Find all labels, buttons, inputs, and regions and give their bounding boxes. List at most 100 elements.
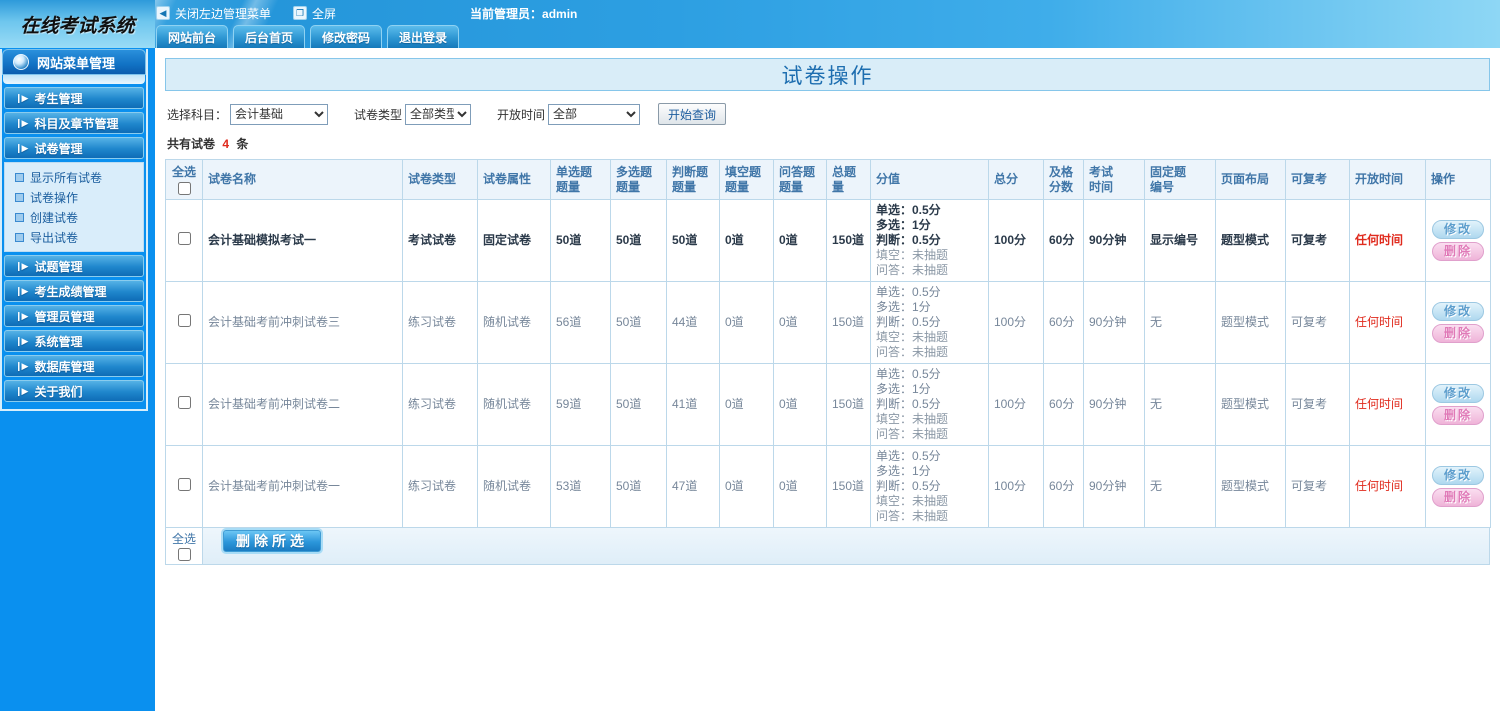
- menu-arrow-icon: ❙▶: [15, 310, 29, 321]
- col-header-label: 填空题 题量: [725, 164, 762, 194]
- table-row-0: 会计基础模拟考试一 考试试卷 固定试卷 50道 50道 50道 0道 0道 150道 单选：0.5…: [165, 199, 1491, 282]
- col-header-label: 考试 时间: [1089, 164, 1114, 194]
- delete-button[interactable]: 删除: [1432, 242, 1484, 261]
- sidebar-item-label: 科目及章节管理: [34, 116, 119, 131]
- multi-count: 50道: [610, 445, 667, 528]
- sidebar-header-label: 网站菜单管理: [37, 55, 116, 71]
- submenu-item-label: 试卷操作: [30, 190, 79, 205]
- score-main-lines: 单选：0.5分 多选：1分 判断：0.5分: [876, 203, 941, 247]
- summary-suffix: 条: [236, 137, 249, 151]
- sidebar-header: 网站菜单管理: [2, 49, 146, 75]
- paper-attribute: 随机试卷: [477, 445, 551, 528]
- sidebar-item-8[interactable]: ❙▶ 关于我们: [4, 380, 144, 402]
- tab-3[interactable]: 退出登录: [387, 25, 460, 48]
- square-bullet-icon: [15, 232, 24, 242]
- sidebar-item-1[interactable]: ❙▶ 科目及章节管理: [4, 112, 144, 134]
- sidebar-item-2[interactable]: ❙▶ 试卷管理: [4, 137, 144, 159]
- single-count: 50道: [550, 199, 611, 282]
- fixed-number: 无: [1144, 363, 1216, 446]
- edit-button[interactable]: 修改: [1432, 384, 1484, 403]
- paper-table-body: 会计基础模拟考试一 考试试卷 固定试卷 50道 50道 50道 0道 0道 150道 单选：0.5…: [165, 199, 1491, 528]
- sidebar-item-5[interactable]: ❙▶ 管理员管理: [4, 305, 144, 327]
- qa-count: 0道: [773, 281, 827, 364]
- sidebar-divider: [3, 75, 145, 84]
- tab-1[interactable]: 后台首页: [233, 25, 306, 48]
- result-summary: 共有试卷 4 条: [167, 135, 1490, 152]
- select-all-label: 全选: [171, 532, 196, 546]
- col-header-label: 总题量: [832, 164, 857, 194]
- col-header-label: 页面布局: [1221, 172, 1270, 186]
- score-detail: 单选：0.5分 多选：1分 判断：0.5分 填空：未抽题 问答：未抽题: [870, 281, 989, 364]
- sidebar-item-6[interactable]: ❙▶ 系统管理: [4, 330, 144, 352]
- subject-select[interactable]: 会计基础: [230, 103, 329, 125]
- total-score: 100分: [988, 199, 1044, 282]
- edit-button[interactable]: 修改: [1432, 220, 1484, 239]
- submenu-item-0[interactable]: 显示所有试卷: [5, 167, 143, 187]
- col-header-3: 试卷属性: [477, 159, 551, 200]
- paper-type-select[interactable]: 全部类型: [405, 103, 472, 125]
- summary-prefix: 共有试卷: [167, 137, 216, 151]
- submenu-item-2[interactable]: 创建试卷: [5, 207, 143, 227]
- select-all-checkbox[interactable]: [177, 548, 191, 561]
- delete-selected-button[interactable]: 删除所选: [223, 530, 321, 552]
- tab-2[interactable]: 修改密码: [310, 25, 383, 48]
- pass-score: 60分: [1043, 199, 1084, 282]
- multi-count: 50道: [610, 363, 667, 446]
- col-header-label: 操作: [1431, 172, 1456, 186]
- col-header-label: 分值: [876, 172, 901, 186]
- row-checkbox-cell: [165, 281, 203, 364]
- pass-score: 60分: [1043, 281, 1084, 364]
- edit-button[interactable]: 修改: [1432, 466, 1484, 485]
- menu-arrow-icon: ❙▶: [15, 360, 29, 371]
- page-layout: 题型模式: [1215, 199, 1286, 282]
- paper-attribute: 随机试卷: [477, 363, 551, 446]
- qa-count: 0道: [773, 199, 827, 282]
- score-dim-lines: 填空：未抽题 问答：未抽题: [876, 494, 949, 523]
- total-count: 150道: [826, 363, 871, 446]
- close-sidebar-button[interactable]: ◀ 关闭左边管理菜单: [156, 5, 271, 22]
- menu-arrow-icon: ❙▶: [15, 117, 29, 128]
- table-header-row: 全选 试卷名称 试卷类型 试卷属性 单选题 题量 多选题 题量 判断题 题量 填空题 题量 问答…: [165, 159, 1491, 200]
- open-time-select[interactable]: 全部: [548, 103, 641, 125]
- row-actions: 修改 删除: [1425, 281, 1491, 364]
- delete-button[interactable]: 删除: [1432, 324, 1484, 343]
- sidebar-item-label: 关于我们: [34, 384, 83, 399]
- main-content: 试卷操作 选择科目： 会计基础 试卷类型 全部类型 开放时间 全部 开始查询 共…: [155, 48, 1500, 711]
- col-header-label: 试卷类型: [408, 172, 457, 186]
- search-button[interactable]: 开始查询: [658, 103, 727, 125]
- col-header-15: 页面布局: [1215, 159, 1286, 200]
- row-checkbox[interactable]: [177, 232, 191, 245]
- col-header-5: 多选题 题量: [610, 159, 667, 200]
- delete-button[interactable]: 删除: [1432, 406, 1484, 425]
- fullscreen-button[interactable]: ❐ 全屏: [293, 5, 336, 22]
- submenu-item-1[interactable]: 试卷操作: [5, 187, 143, 207]
- submenu-item-3[interactable]: 导出试卷: [5, 227, 143, 247]
- sidebar-item-3[interactable]: ❙▶ 试题管理: [4, 255, 144, 277]
- col-header-label: 总分: [994, 172, 1019, 186]
- sidebar-item-7[interactable]: ❙▶ 数据库管理: [4, 355, 144, 377]
- square-bullet-icon: [15, 172, 24, 182]
- fullscreen-label: 全屏: [312, 6, 337, 21]
- retake-flag: 可复考: [1285, 199, 1350, 282]
- sidebar-item-4[interactable]: ❙▶ 考生成绩管理: [4, 280, 144, 302]
- row-checkbox[interactable]: [177, 478, 191, 491]
- row-checkbox[interactable]: [177, 314, 191, 327]
- row-checkbox-cell: [165, 445, 203, 528]
- score-dim-lines: 填空：未抽题 问答：未抽题: [876, 248, 949, 277]
- page-layout: 题型模式: [1215, 281, 1286, 364]
- header-select-all-checkbox[interactable]: [177, 181, 191, 195]
- retake-flag: 可复考: [1285, 363, 1350, 446]
- blank-count: 0道: [719, 445, 774, 528]
- menu-arrow-icon: ❙▶: [15, 335, 29, 346]
- sidebar-menu: 网站菜单管理 ❙▶ 考生管理 ❙▶ 科目及章节管理 ❙▶ 试卷管理 显示所有试卷试卷操作创建…: [0, 49, 148, 411]
- row-checkbox[interactable]: [177, 396, 191, 409]
- sidebar-item-0[interactable]: ❙▶ 考生管理: [4, 87, 144, 109]
- edit-button[interactable]: 修改: [1432, 302, 1484, 321]
- tab-0[interactable]: 网站前台: [156, 25, 229, 48]
- exam-duration: 90分钟: [1083, 199, 1145, 282]
- exam-duration: 90分钟: [1083, 363, 1145, 446]
- col-header-18: 操作: [1425, 159, 1491, 200]
- menu-arrow-icon: ❙▶: [15, 285, 29, 296]
- delete-button[interactable]: 删除: [1432, 488, 1484, 507]
- menu-arrow-icon: ❙▶: [15, 260, 29, 271]
